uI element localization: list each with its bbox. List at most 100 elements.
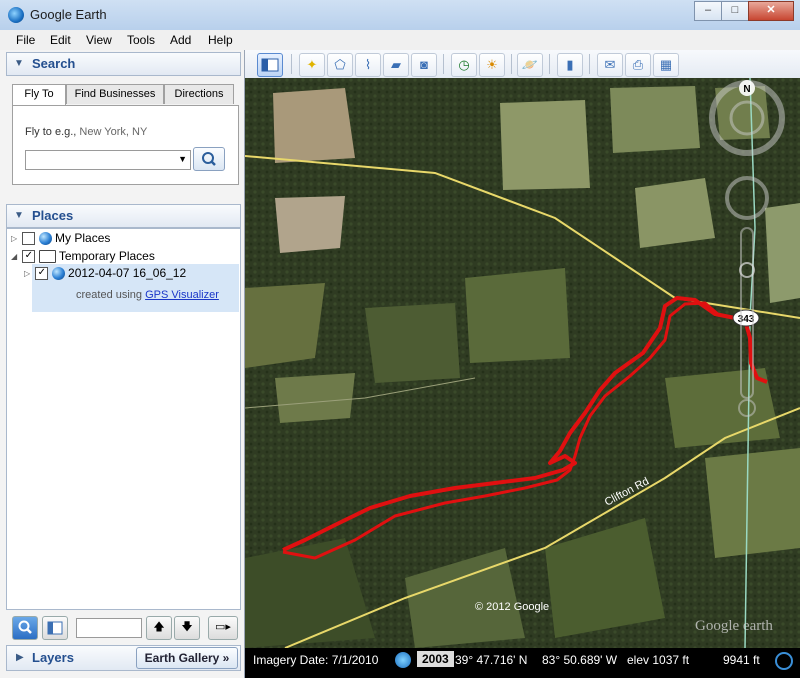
menu-bar: File Edit View Tools Add Help <box>0 30 800 51</box>
menu-file[interactable]: File <box>16 33 35 47</box>
arrow-down-icon: 🡇 <box>181 621 193 633</box>
panel-icon <box>47 621 63 635</box>
search-button[interactable] <box>193 147 225 171</box>
view-in-maps-button[interactable]: ▦ <box>653 53 679 77</box>
move-down-button[interactable]: 🡇 <box>174 616 200 640</box>
add-polygon-button[interactable]: ⬠ <box>327 53 353 77</box>
gps-visualizer-link[interactable]: GPS Visualizer <box>145 289 219 301</box>
search-tabs: Fly To Find Businesses Directions <box>12 84 238 106</box>
places-header-label: Places <box>32 208 74 223</box>
fly-to-panel: Fly to e.g., New York, NY ▼ <box>12 105 239 185</box>
add-overlay-button[interactable]: ▰ <box>383 53 409 77</box>
close-button[interactable]: ✕ <box>748 1 794 21</box>
imagery-date: Imagery Date: 7/1/2010 <box>253 653 379 667</box>
tab-fly-to[interactable]: Fly To <box>12 84 66 106</box>
folder-icon: ▭▸ <box>215 621 231 633</box>
search-places-button[interactable] <box>12 616 38 640</box>
envelope-icon: ✉ <box>604 57 616 72</box>
folder-icon <box>38 250 56 264</box>
gps-track-description: created using GPS Visualizer <box>76 289 219 307</box>
main-toolbar: ✦ ⬠ ⌇ ▰ ◙ ◷ ☀ 🪐 ▮ ✉ ⎙ ▦ <box>245 50 800 79</box>
menu-add[interactable]: Add <box>170 33 191 47</box>
magnifier-icon <box>18 620 32 634</box>
add-path-button[interactable]: ⌇ <box>355 53 381 77</box>
switch-planet-button[interactable]: 🪐 <box>517 53 543 77</box>
sidebar-icon <box>261 58 279 72</box>
my-places-checkbox[interactable] <box>22 232 36 246</box>
compass-north-label: N <box>743 84 750 95</box>
map-icon: ▦ <box>659 57 673 72</box>
places-header[interactable]: ▼ Places <box>6 204 241 228</box>
path-icon: ⌇ <box>364 57 372 72</box>
temporary-places-checkbox[interactable]: ✓ <box>22 250 36 264</box>
tree-item-gps-track[interactable]: ▷ ✓ 2012-04-07 16_06_12 <box>24 266 186 284</box>
dropdown-arrow-icon[interactable]: ▼ <box>178 154 187 164</box>
longitude-readout: 83° 50.689' W <box>542 653 618 667</box>
layers-header[interactable]: ▶ Layers Earth Gallery » <box>6 645 241 671</box>
earth-gallery-button[interactable]: Earth Gallery » <box>136 647 238 669</box>
menu-help[interactable]: Help <box>208 33 233 47</box>
show-sidebar-button[interactable] <box>42 616 68 640</box>
magnifier-icon <box>202 152 216 166</box>
tab-find-businesses[interactable]: Find Businesses <box>66 84 164 104</box>
description-prefix: created using <box>76 289 143 301</box>
places-filter-input[interactable] <box>76 618 142 638</box>
minimize-button[interactable]: – <box>694 1 722 21</box>
latitude-readout: 39° 47.716' N <box>455 653 528 667</box>
menu-view[interactable]: View <box>86 33 112 47</box>
maximize-button[interactable]: □ <box>721 1 749 21</box>
satellite-map[interactable]: 343 Clifton Rd © 2012 Google Google eart… <box>245 78 800 648</box>
ruler-icon: ▮ <box>566 57 574 72</box>
copyright-text: © 2012 Google <box>475 601 549 613</box>
globe-icon <box>51 267 65 281</box>
sun-icon: ☀ <box>486 57 498 72</box>
menu-tools[interactable]: Tools <box>127 33 155 47</box>
fly-to-input[interactable]: ▼ <box>25 150 191 170</box>
ruler-button[interactable]: ▮ <box>557 53 583 77</box>
pushpin-icon: ✦ <box>306 57 318 72</box>
fly-to-label: Fly to e.g., <box>25 126 77 138</box>
menu-edit[interactable]: Edit <box>50 33 71 47</box>
search-header[interactable]: ▼ Search <box>6 52 241 76</box>
expand-icon[interactable]: ▷ <box>24 269 32 278</box>
hide-sidebar-button[interactable] <box>257 53 283 77</box>
clock-icon: ◷ <box>458 57 470 72</box>
record-tour-button[interactable]: ◙ <box>411 53 437 77</box>
polygon-icon: ⬠ <box>334 57 346 72</box>
status-bar: Imagery Date: 7/1/2010 2003 39° 47.716' … <box>245 648 800 678</box>
window-title: Google Earth <box>30 7 107 22</box>
google-earth-watermark: Google earth <box>695 618 773 634</box>
folder-menu-button[interactable]: ▭▸ <box>208 616 238 640</box>
temporary-places-label: Temporary Places <box>58 249 155 263</box>
earth-viewport[interactable]: 343 Clifton Rd © 2012 Google Google eart… <box>245 78 800 648</box>
search-header-label: Search <box>32 56 76 71</box>
gps-track-checkbox[interactable]: ✓ <box>35 267 49 281</box>
collapse-triangle-icon: ▼ <box>14 58 24 69</box>
streaming-indicator-icon <box>775 652 793 670</box>
tree-item-my-places[interactable]: ▷ My Places <box>11 231 110 249</box>
imagery-year-badge[interactable]: 2003 <box>417 651 454 667</box>
planet-icon: 🪐 <box>521 57 539 72</box>
image-overlay-icon: ▰ <box>391 57 401 72</box>
places-toolbar: 🡅 🡇 ▭▸ <box>6 612 242 642</box>
arrow-up-icon: 🡅 <box>153 621 165 633</box>
sunlight-button[interactable]: ☀ <box>479 53 505 77</box>
expand-icon[interactable]: ▷ <box>11 234 19 243</box>
layers-header-label: Layers <box>32 650 74 665</box>
historical-imagery-clock-icon[interactable] <box>395 652 411 668</box>
email-button[interactable]: ✉ <box>597 53 623 77</box>
gps-track-label: 2012-04-07 16_06_12 <box>68 266 187 280</box>
add-placemark-button[interactable]: ✦ <box>299 53 325 77</box>
my-places-label: My Places <box>55 231 111 245</box>
camera-icon: ◙ <box>420 57 428 72</box>
tab-directions[interactable]: Directions <box>164 84 234 104</box>
move-up-button[interactable]: 🡅 <box>146 616 172 640</box>
title-bar: Google Earth – □ ✕ <box>0 0 800 31</box>
print-button[interactable]: ⎙ <box>625 53 651 77</box>
tree-item-temporary-places[interactable]: ◢ ✓ Temporary Places <box>11 249 155 267</box>
printer-icon: ⎙ <box>632 57 644 72</box>
collapse-icon[interactable]: ◢ <box>11 252 19 261</box>
historical-imagery-button[interactable]: ◷ <box>451 53 477 77</box>
elevation-readout: elev 1037 ft <box>627 653 690 667</box>
expand-triangle-icon: ▶ <box>16 652 24 663</box>
